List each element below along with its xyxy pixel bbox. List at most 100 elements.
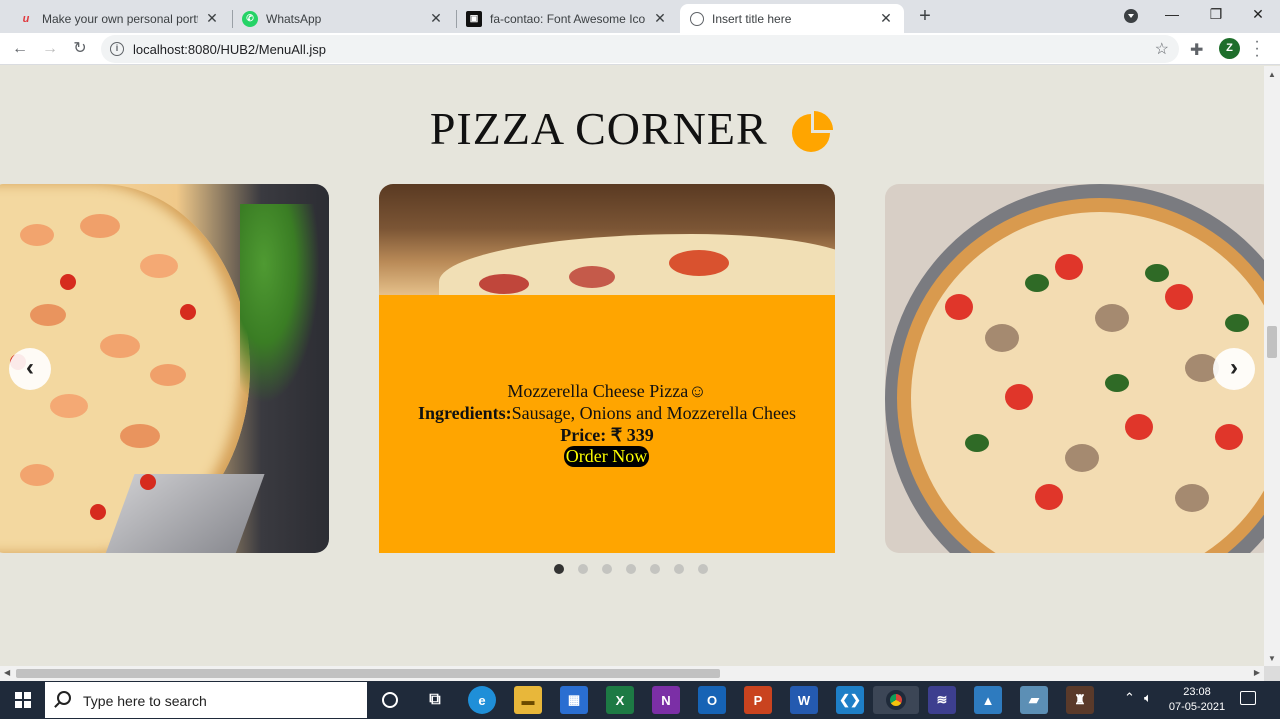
volume-icon[interactable]: 🔈︎	[1144, 690, 1152, 706]
info-icon[interactable]: i	[110, 42, 124, 56]
profile-avatar[interactable]: Z	[1219, 38, 1240, 59]
excel-icon[interactable]: X	[606, 686, 634, 714]
file-explorer-icon[interactable]: ▬	[514, 686, 542, 714]
pizza-info-panel: Mozzerella Cheese Pizza☺ Ingredients:Sau…	[379, 295, 835, 553]
onenote-icon[interactable]: N	[652, 686, 680, 714]
edge-icon[interactable]: e	[468, 686, 496, 714]
price-label: Price:	[560, 425, 607, 445]
ingredients-label: Ingredients:	[417, 403, 512, 423]
carousel-dot[interactable]	[626, 564, 636, 574]
system-clock[interactable]: 23:08 07-05-2021	[1166, 685, 1228, 715]
page-title-text: PIZZA CORNER	[429, 103, 768, 154]
minimize-button[interactable]: —	[1150, 0, 1194, 30]
tab-title: Insert title here	[712, 11, 792, 26]
close-icon[interactable]: ✕	[428, 10, 444, 27]
powerpoint-icon[interactable]: P	[744, 686, 772, 714]
scroll-right-icon[interactable]: ▶	[1254, 668, 1260, 677]
tab-insert-title[interactable]: Insert title here ✕	[680, 4, 904, 33]
windows-taskbar: Type here to search ⧉ e ▬ ▦ X N O P W ❮❯…	[0, 681, 1280, 719]
taskbar-search[interactable]: Type here to search	[45, 682, 367, 718]
word-icon[interactable]: W	[790, 686, 818, 714]
scroll-up-icon[interactable]: ▲	[1268, 70, 1276, 79]
carousel-dot[interactable]	[650, 564, 660, 574]
windows-logo-icon	[14, 692, 31, 708]
address-bar[interactable]: i localhost:8080/HUB2/MenuAll.jsp ☆	[101, 35, 1179, 63]
pizza-slice-image	[379, 184, 835, 314]
back-icon[interactable]: ←	[8, 37, 32, 61]
globe-icon	[690, 11, 704, 26]
tab-whatsapp[interactable]: ✆ WhatsApp ✕	[232, 4, 454, 33]
photos-icon[interactable]: ▲	[974, 686, 1002, 714]
pizza-name: Mozzerella Cheese Pizza☺	[379, 381, 835, 402]
scroll-thumb[interactable]	[16, 669, 720, 678]
close-window-button[interactable]: ✕	[1236, 0, 1280, 30]
outlook-icon[interactable]: O	[698, 686, 726, 714]
vscode-icon[interactable]: ❮❯	[836, 686, 864, 714]
mushroom-pizza-image	[885, 184, 1264, 553]
extensions-icon[interactable]: ✚	[1190, 40, 1203, 60]
bookmark-star-icon[interactable]: ☆	[1155, 39, 1169, 59]
tab-title: Make your own personal portfoli	[42, 11, 198, 26]
carousel-dot[interactable]	[554, 564, 564, 574]
scroll-down-icon[interactable]: ▼	[1268, 654, 1276, 663]
tab-title: WhatsApp	[266, 11, 322, 26]
start-button[interactable]	[0, 681, 45, 719]
tab-portfolio[interactable]: u Make your own personal portfoli ✕	[8, 4, 230, 33]
close-icon[interactable]: ✕	[878, 10, 894, 27]
scrollbar-corner	[1264, 666, 1280, 681]
pizza-price: Price: ₹ 339	[379, 425, 835, 446]
carousel-dot[interactable]	[674, 564, 684, 574]
tab-search-icon[interactable]	[1124, 9, 1138, 23]
page-title: PIZZA CORNER	[0, 102, 1264, 156]
scroll-thumb[interactable]	[1267, 326, 1277, 358]
price-value: 339	[626, 425, 654, 445]
carousel-slide-active[interactable]: Mozzerella Cheese Pizza☺ Ingredients:Sau…	[379, 184, 835, 553]
url-text[interactable]: localhost:8080/HUB2/MenuAll.jsp	[133, 42, 326, 57]
close-icon[interactable]: ✕	[652, 10, 668, 27]
carousel-indicators	[554, 564, 708, 574]
page-body: PIZZA CORNER Mozzerella Cheese Pizza☺ In…	[0, 66, 1264, 666]
forward-icon[interactable]: →	[38, 37, 62, 61]
game-app-icon[interactable]: ♜	[1066, 686, 1094, 714]
horizontal-scrollbar[interactable]: ◀ ▶	[0, 666, 1264, 681]
carousel-prev-button[interactable]: ‹	[9, 348, 51, 390]
carousel-dot[interactable]	[698, 564, 708, 574]
new-tab-button[interactable]: +	[914, 5, 936, 27]
restore-button[interactable]: ❐	[1194, 0, 1238, 30]
tab-bar: u Make your own personal portfoli ✕ ✆ Wh…	[0, 0, 1280, 33]
tab-title: fa-contao: Font Awesome Icons	[490, 11, 646, 26]
contao-icon: ▣	[466, 10, 482, 27]
notification-icon[interactable]	[1240, 691, 1256, 705]
tab-font-awesome[interactable]: ▣ fa-contao: Font Awesome Icons ✕	[456, 4, 678, 33]
app-flag-icon[interactable]: ≋	[928, 686, 956, 714]
pizza-ingredients: Ingredients:Sausage, Onions and Mozzerel…	[379, 403, 835, 424]
browser-menu-icon[interactable]: · · ·	[1252, 34, 1262, 64]
search-icon	[57, 691, 71, 705]
task-view-icon[interactable]: ⧉	[421, 686, 449, 714]
notes-app-icon[interactable]: ▰	[1020, 686, 1048, 714]
cortana-icon[interactable]	[376, 686, 404, 714]
tray-chevron-icon[interactable]: ⌃	[1124, 690, 1135, 706]
carousel-next-button[interactable]: ›	[1213, 348, 1255, 390]
clock-time: 23:08	[1183, 686, 1211, 698]
store-icon[interactable]: ▦	[560, 686, 588, 714]
carousel-dot[interactable]	[602, 564, 612, 574]
pizza-name-text: Mozzerella Cheese Pizza	[507, 381, 689, 401]
ingredients-text: Sausage, Onions and Mozzerella Chees	[511, 403, 797, 423]
scroll-left-icon[interactable]: ◀	[4, 668, 10, 677]
vertical-scrollbar[interactable]: ▲ ▼	[1264, 66, 1280, 666]
search-placeholder: Type here to search	[83, 693, 207, 709]
whatsapp-icon: ✆	[242, 10, 258, 27]
carousel-dot[interactable]	[578, 564, 588, 574]
carousel-slide-mushroom-pizza[interactable]	[885, 184, 1264, 553]
smiley-icon: ☺	[688, 381, 707, 401]
u-logo-icon: u	[22, 12, 30, 25]
pie-chart-icon	[792, 111, 834, 153]
order-now-button[interactable]: Order Now	[564, 446, 649, 467]
chrome-icon[interactable]	[873, 686, 919, 714]
clock-date: 07-05-2021	[1168, 701, 1226, 713]
rupee-icon: ₹	[610, 425, 623, 445]
reload-icon[interactable]: ↻	[68, 37, 92, 61]
browser-toolbar: ← → ↻ i localhost:8080/HUB2/MenuAll.jsp …	[0, 33, 1280, 65]
close-icon[interactable]: ✕	[204, 10, 220, 27]
